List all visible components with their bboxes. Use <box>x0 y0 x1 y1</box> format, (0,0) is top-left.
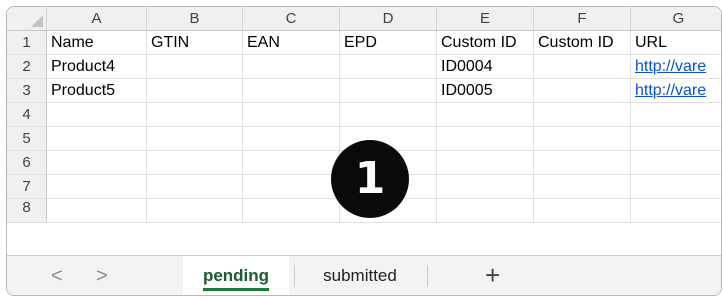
cell-g6[interactable] <box>631 151 721 175</box>
column-header-b[interactable]: B <box>147 7 243 31</box>
cell-f1[interactable]: Custom ID <box>534 31 631 55</box>
tab-divider <box>427 265 428 287</box>
select-all-corner[interactable] <box>7 7 47 31</box>
step-number-badge: 1 <box>331 140 409 218</box>
cell-f3[interactable] <box>534 79 631 103</box>
cell-f5[interactable] <box>534 127 631 151</box>
cell-a3[interactable]: Product5 <box>47 79 147 103</box>
column-header-a[interactable]: A <box>47 7 147 31</box>
tab-pending-label: pending <box>202 266 270 291</box>
spreadsheet-grid: A B C D E F G 1 Name GTIN EAN EPD Custom… <box>7 7 721 255</box>
tab-pending[interactable]: pending <box>183 256 289 295</box>
row-header[interactable]: 8 <box>7 199 47 223</box>
cell-e6[interactable] <box>437 151 534 175</box>
cell-b7[interactable] <box>147 175 243 199</box>
row-header[interactable]: 3 <box>7 79 47 103</box>
cell-b6[interactable] <box>147 151 243 175</box>
cell-b3[interactable] <box>147 79 243 103</box>
scroll-tabs-right-icon[interactable]: > <box>96 264 108 288</box>
cell-a1[interactable]: Name <box>47 31 147 55</box>
cell-b5[interactable] <box>147 127 243 151</box>
cell-f8[interactable] <box>534 199 631 223</box>
cell-b8[interactable] <box>147 199 243 223</box>
cell-d2[interactable] <box>340 55 437 79</box>
url-link-g2[interactable]: http://vare <box>631 55 721 79</box>
cell-g4[interactable] <box>631 103 721 127</box>
column-header-c[interactable]: C <box>243 7 340 31</box>
cell-c3[interactable] <box>243 79 340 103</box>
cell-d4[interactable] <box>340 103 437 127</box>
cell-f6[interactable] <box>534 151 631 175</box>
cell-c1[interactable]: EAN <box>243 31 340 55</box>
add-sheet-button[interactable]: + <box>485 256 500 295</box>
cell-e2[interactable]: ID0004 <box>437 55 534 79</box>
cell-f4[interactable] <box>534 103 631 127</box>
row-header[interactable]: 2 <box>7 55 47 79</box>
table-row: 3 Product5 ID0005 http://vare <box>7 79 721 103</box>
cell-e7[interactable] <box>437 175 534 199</box>
table-row: 4 <box>7 103 721 127</box>
row-header[interactable]: 7 <box>7 175 47 199</box>
tab-submitted[interactable]: submitted <box>297 256 423 295</box>
column-header-g[interactable]: G <box>631 7 721 31</box>
column-header-row: A B C D E F G <box>7 7 721 31</box>
column-header-e[interactable]: E <box>437 7 534 31</box>
cell-a7[interactable] <box>47 175 147 199</box>
url-link-g3[interactable]: http://vare <box>631 79 721 103</box>
cell-e3[interactable]: ID0005 <box>437 79 534 103</box>
cell-b2[interactable] <box>147 55 243 79</box>
cell-g1[interactable]: URL <box>631 31 721 55</box>
cell-e5[interactable] <box>437 127 534 151</box>
cell-a5[interactable] <box>47 127 147 151</box>
cell-e1[interactable]: Custom ID <box>437 31 534 55</box>
cell-f2[interactable] <box>534 55 631 79</box>
cell-b4[interactable] <box>147 103 243 127</box>
cell-g7[interactable] <box>631 175 721 199</box>
cell-a4[interactable] <box>47 103 147 127</box>
row-header[interactable]: 6 <box>7 151 47 175</box>
cell-b1[interactable]: GTIN <box>147 31 243 55</box>
row-header[interactable]: 5 <box>7 127 47 151</box>
cell-c5[interactable] <box>243 127 340 151</box>
table-row: 2 Product4 ID0004 http://vare <box>7 55 721 79</box>
cell-a6[interactable] <box>47 151 147 175</box>
column-header-f[interactable]: F <box>534 7 631 31</box>
cell-c8[interactable] <box>243 199 340 223</box>
row-header[interactable]: 1 <box>7 31 47 55</box>
cell-d1[interactable]: EPD <box>340 31 437 55</box>
cell-f7[interactable] <box>534 175 631 199</box>
cell-c4[interactable] <box>243 103 340 127</box>
row-header[interactable]: 4 <box>7 103 47 127</box>
scroll-tabs-left-icon[interactable]: < <box>51 264 63 288</box>
cell-g8[interactable] <box>631 199 721 223</box>
sheet-tab-bar: < > pending submitted + <box>7 255 721 295</box>
table-row: 1 Name GTIN EAN EPD Custom ID Custom ID … <box>7 31 721 55</box>
cell-a8[interactable] <box>47 199 147 223</box>
cell-d3[interactable] <box>340 79 437 103</box>
cell-a2[interactable]: Product4 <box>47 55 147 79</box>
spreadsheet-window: A B C D E F G 1 Name GTIN EAN EPD Custom… <box>6 6 722 296</box>
tab-divider <box>294 265 295 287</box>
select-all-triangle-icon <box>31 15 43 27</box>
cell-e8[interactable] <box>437 199 534 223</box>
column-header-d[interactable]: D <box>340 7 437 31</box>
cell-g5[interactable] <box>631 127 721 151</box>
cell-c7[interactable] <box>243 175 340 199</box>
cell-e4[interactable] <box>437 103 534 127</box>
cell-c6[interactable] <box>243 151 340 175</box>
cell-c2[interactable] <box>243 55 340 79</box>
tab-submitted-label: submitted <box>323 266 397 285</box>
